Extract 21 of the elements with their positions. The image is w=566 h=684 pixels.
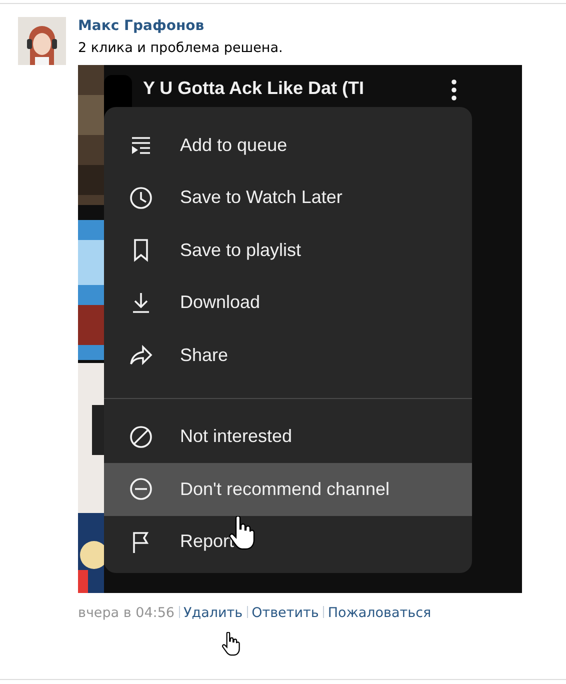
action-link[interactable]: Ответить <box>252 605 319 621</box>
menu-item[interactable]: Save to playlist <box>104 224 472 276</box>
menu-item[interactable]: Download <box>104 276 472 329</box>
author-name[interactable]: Макс Графонов <box>78 17 522 35</box>
block-icon <box>128 424 154 450</box>
menu-item[interactable]: Not interested <box>104 410 472 463</box>
hand-cursor-icon <box>222 632 240 656</box>
action-link[interactable]: Удалить <box>184 605 243 621</box>
timestamp: вчера в 04:56 <box>78 605 175 621</box>
action-link[interactable]: Пожаловаться <box>328 605 432 621</box>
minus-circle-icon <box>128 476 154 502</box>
menu-item[interactable]: Don't recommend channel <box>104 463 472 516</box>
video-title[interactable]: Y U Gotta Ack Like Dat (TI <box>143 75 364 102</box>
menu-item[interactable]: Add to queue <box>104 119 472 172</box>
menu-item[interactable]: Share <box>104 329 472 382</box>
avatar[interactable] <box>18 17 66 65</box>
post-text: 2 клика и проблема решена. <box>78 39 284 57</box>
more-icon[interactable] <box>451 79 457 101</box>
clock-icon <box>128 184 154 211</box>
menu-item[interactable]: Save to Watch Later <box>104 172 472 224</box>
menu-item[interactable]: Report <box>104 516 472 568</box>
